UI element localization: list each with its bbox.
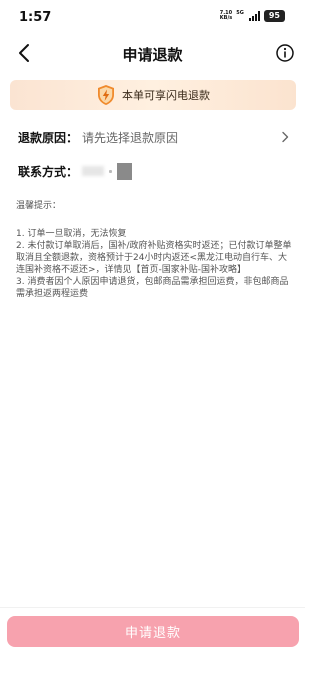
submit-refund-button[interactable]: 申请退款 bbox=[7, 616, 299, 647]
contact-row: 联系方式： bbox=[18, 161, 290, 181]
tips-item: 1. 订单一旦取消，无法恢复 bbox=[16, 229, 127, 239]
refund-reason-placeholder: 请先选择退款原因 bbox=[82, 130, 179, 145]
flash-refund-text: 本单可享闪电退款 bbox=[122, 89, 210, 102]
signal-icon bbox=[248, 11, 260, 21]
contact-label: 联系方式： bbox=[18, 164, 79, 179]
status-indicators: 7.10 KB/s 5G 95 bbox=[220, 10, 285, 22]
tips-title: 温馨提示： bbox=[16, 201, 62, 211]
status-bar: 1:57 7.10 KB/s 5G 95 bbox=[0, 0, 305, 34]
contact-value-redacted bbox=[82, 162, 132, 180]
page-title: 申请退款 bbox=[122, 46, 183, 64]
refund-reason-selector[interactable]: 退款原因： 请先选择退款原因 bbox=[18, 127, 290, 147]
redacted-block bbox=[82, 166, 104, 176]
refund-reason-label: 退款原因： bbox=[18, 130, 79, 145]
footer-divider bbox=[0, 607, 305, 608]
battery-indicator: 95 bbox=[263, 10, 285, 22]
redacted-dot bbox=[109, 169, 112, 173]
flash-refund-banner: 本单可享闪电退款 bbox=[10, 80, 296, 110]
network-speed: 7.10 KB/s bbox=[220, 11, 233, 21]
network-type: 5G bbox=[236, 10, 244, 16]
info-circle-icon[interactable] bbox=[275, 43, 295, 63]
nav-bar: 申请退款 bbox=[0, 36, 305, 70]
network-speed-unit: KB/s bbox=[219, 15, 233, 21]
redacted-block bbox=[117, 162, 132, 180]
tips-item: 2. 未付款订单取消后，国补/政府补贴资格实时返还；已付款订单整单取消且全额退款… bbox=[16, 241, 292, 275]
lightning-shield-icon bbox=[98, 85, 114, 105]
status-time: 1:57 bbox=[19, 10, 52, 25]
tips-item: 3. 消费者因个人原因申请退货，包邮商品需承担回运费，非包邮商品需承担返两程运费 bbox=[16, 277, 289, 299]
chevron-right-icon bbox=[282, 131, 289, 143]
tips-section: 温馨提示： 1. 订单一旦取消，无法恢复 2. 未付款订单取消后，国补/政府补贴… bbox=[16, 200, 292, 300]
